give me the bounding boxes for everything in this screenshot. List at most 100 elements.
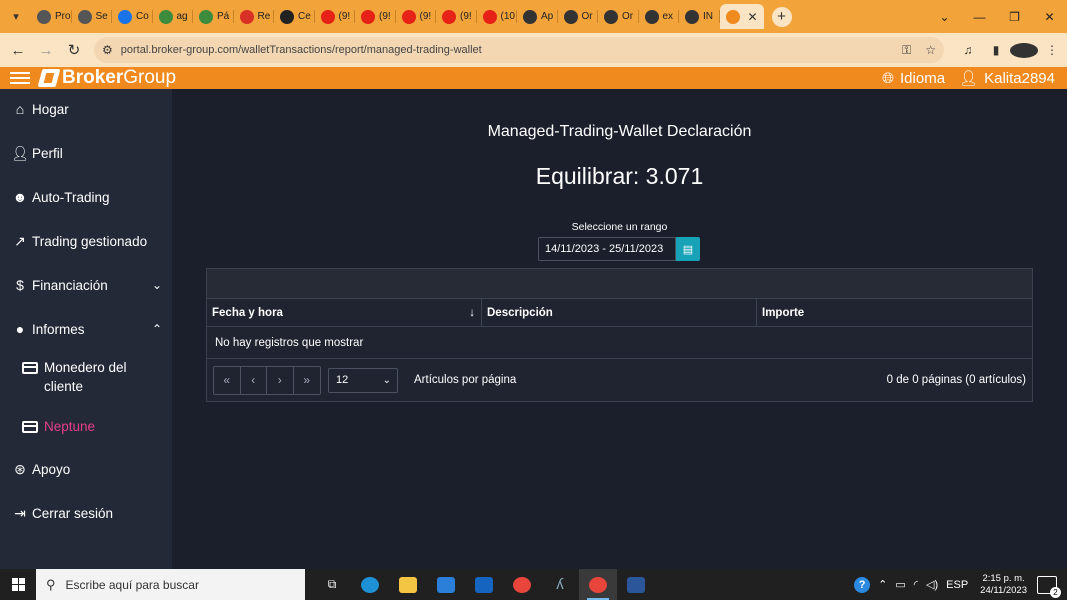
calendar-icon[interactable]: ▤	[676, 237, 700, 261]
whiteboard-icon[interactable]	[465, 569, 503, 600]
browser-tab[interactable]: Pro	[31, 4, 72, 29]
tab-label: Or	[622, 11, 634, 22]
sidebar-item-label: Monedero del cliente	[44, 360, 127, 394]
browser-tab[interactable]: (9!	[315, 4, 356, 29]
minimize-icon[interactable]: —	[962, 10, 997, 24]
sidebar-item-auto-trading[interactable]: ☻ Auto-Trading	[10, 189, 162, 205]
home-icon: ⌂	[15, 101, 25, 117]
chrome-icon[interactable]	[503, 569, 541, 600]
main-content: Managed-Trading-Wallet Declaración Equil…	[172, 89, 1067, 569]
column-header-date[interactable]: Fecha y hora ↓	[207, 299, 482, 326]
sidebar-item-financing[interactable]: $ Financiación ⌄	[10, 277, 162, 293]
browser-tab[interactable]: Se	[72, 4, 113, 29]
chrome-profile-icon[interactable]	[579, 569, 617, 600]
sidebar-item-profile[interactable]: 👤︎ Perfil	[10, 145, 162, 162]
browser-tab[interactable]: Re	[234, 4, 275, 29]
help-icon[interactable]: ?	[854, 576, 871, 593]
windows-start-icon[interactable]	[0, 578, 36, 591]
trend-up-icon: ↗	[14, 233, 26, 249]
sidebar-subitem-neptune[interactable]: Neptune	[22, 417, 162, 438]
sidebar-item-support[interactable]: ⊛ Apoyo	[10, 461, 162, 478]
first-page-icon[interactable]: «	[214, 366, 241, 394]
menu-dots-icon[interactable]: ⋮	[1038, 43, 1066, 57]
mail-icon[interactable]	[427, 569, 465, 600]
browser-tab[interactable]: (9!	[396, 4, 437, 29]
media-icon[interactable]: ♫	[954, 43, 982, 57]
browser-tab[interactable]: (10	[477, 4, 518, 29]
profile-button[interactable]: K	[1010, 42, 1038, 58]
browser-tab[interactable]: Or	[558, 4, 599, 29]
forward-icon[interactable]: →	[32, 42, 60, 59]
restore-icon[interactable]: ❐	[997, 10, 1032, 24]
robot-icon: ☻	[12, 189, 28, 205]
browser-tab[interactable]: (9!	[436, 4, 477, 29]
word-icon[interactable]	[617, 569, 655, 600]
browser-tab[interactable]: Co	[112, 4, 153, 29]
clock[interactable]: 2:15 p. m. 24/11/2023	[980, 573, 1027, 597]
chevron-up-icon[interactable]: ⌃	[878, 578, 887, 591]
tab-active[interactable]: ✕	[719, 4, 764, 29]
sidebar-item-reports[interactable]: ● Informes ⌃	[10, 321, 162, 337]
window-controls: ⌄ — ❐ ✕	[927, 10, 1067, 24]
taskbar-search[interactable]: ⚲ Escribe aquí para buscar	[36, 569, 305, 600]
sidebar-item-managed-trading[interactable]: ↗ Trading gestionado	[10, 233, 162, 250]
app-icon[interactable]: ʎ	[541, 569, 579, 600]
close-window-icon[interactable]: ✕	[1032, 10, 1067, 24]
chevron-down-icon[interactable]: ⌄	[927, 10, 962, 24]
back-icon[interactable]: ←	[4, 42, 32, 59]
sidebar-item-label: Informes	[32, 321, 85, 337]
browser-tab[interactable]: Ce	[274, 4, 315, 29]
language-menu[interactable]: 🌐︎ Idioma	[882, 70, 945, 87]
tab-favicon-icon	[563, 9, 578, 24]
site-info-icon[interactable]: ⚙	[102, 43, 113, 57]
new-tab-button[interactable]: +	[771, 6, 792, 27]
task-view-icon[interactable]: ⧉	[313, 569, 351, 600]
page-size-select[interactable]: 12 ⌄	[328, 367, 398, 393]
browser-tab[interactable]: Or	[598, 4, 639, 29]
language-indicator[interactable]: ESP	[946, 579, 968, 591]
column-header-amount[interactable]: Importe	[757, 299, 1032, 326]
close-tab-icon[interactable]: ✕	[748, 10, 758, 24]
date-range-input[interactable]	[538, 237, 676, 261]
browser-tab[interactable]: Pá	[193, 4, 234, 29]
last-page-icon[interactable]: »	[294, 367, 321, 394]
column-header-description[interactable]: Descripción	[482, 299, 757, 326]
star-icon[interactable]: ☆	[925, 43, 936, 57]
app-header: BrokerGroup 🌐︎ Idioma 👤︎ Kalita2894	[0, 67, 1067, 89]
browser-tab[interactable]: ag	[153, 4, 194, 29]
chevron-down-icon: ⌄	[151, 278, 162, 292]
edge-icon[interactable]	[351, 569, 389, 600]
next-page-icon[interactable]: ›	[267, 366, 294, 394]
user-menu[interactable]: 👤︎ Kalita2894	[959, 69, 1055, 88]
address-bar[interactable]: ⚙ portal.broker-group.com/walletTransact…	[94, 37, 944, 63]
dollar-icon: $	[16, 277, 24, 293]
tab-search-icon[interactable]: ▾	[7, 8, 25, 26]
volume-icon[interactable]: ◁)	[926, 578, 938, 591]
sidebar-subitem-client-wallet[interactable]: Monedero del cliente	[22, 358, 162, 396]
language-label: Idioma	[900, 69, 946, 87]
sort-down-icon[interactable]: ↓	[469, 307, 475, 319]
sidepanel-icon[interactable]: ▮	[982, 43, 1010, 57]
wifi-icon[interactable]: ◜	[914, 578, 918, 591]
reload-icon[interactable]: ↻	[60, 41, 88, 59]
browser-tab[interactable]: IN	[679, 4, 720, 29]
sidebar-item-logout[interactable]: ⇥ Cerrar sesión	[10, 505, 162, 522]
browser-tab[interactable]: Ap	[517, 4, 558, 29]
brand-logo[interactable]: BrokerGroup	[37, 67, 177, 89]
hamburger-menu-icon[interactable]	[10, 72, 30, 84]
balance-display: Equilibrar: 3.071	[535, 163, 704, 189]
browser-tab[interactable]: (9!	[355, 4, 396, 29]
sidebar-item-home[interactable]: ⌂ Hogar	[10, 101, 162, 117]
key-icon[interactable]: ⚿	[902, 43, 911, 58]
brand-light: Group	[123, 67, 177, 88]
url-text[interactable]: portal.broker-group.com/walletTransactio…	[121, 44, 888, 56]
tab-label: (9!	[379, 11, 391, 22]
tab-label: ag	[176, 11, 188, 22]
pagination-info: 0 de 0 páginas (0 artículos)	[886, 374, 1026, 386]
prev-page-icon[interactable]: ‹	[241, 366, 267, 394]
battery-icon[interactable]: ▭	[895, 578, 905, 591]
file-explorer-icon[interactable]	[389, 569, 427, 600]
tab-label: Pro	[55, 11, 71, 22]
browser-tab[interactable]: ex	[639, 4, 680, 29]
notification-icon[interactable]: 2	[1037, 575, 1061, 598]
